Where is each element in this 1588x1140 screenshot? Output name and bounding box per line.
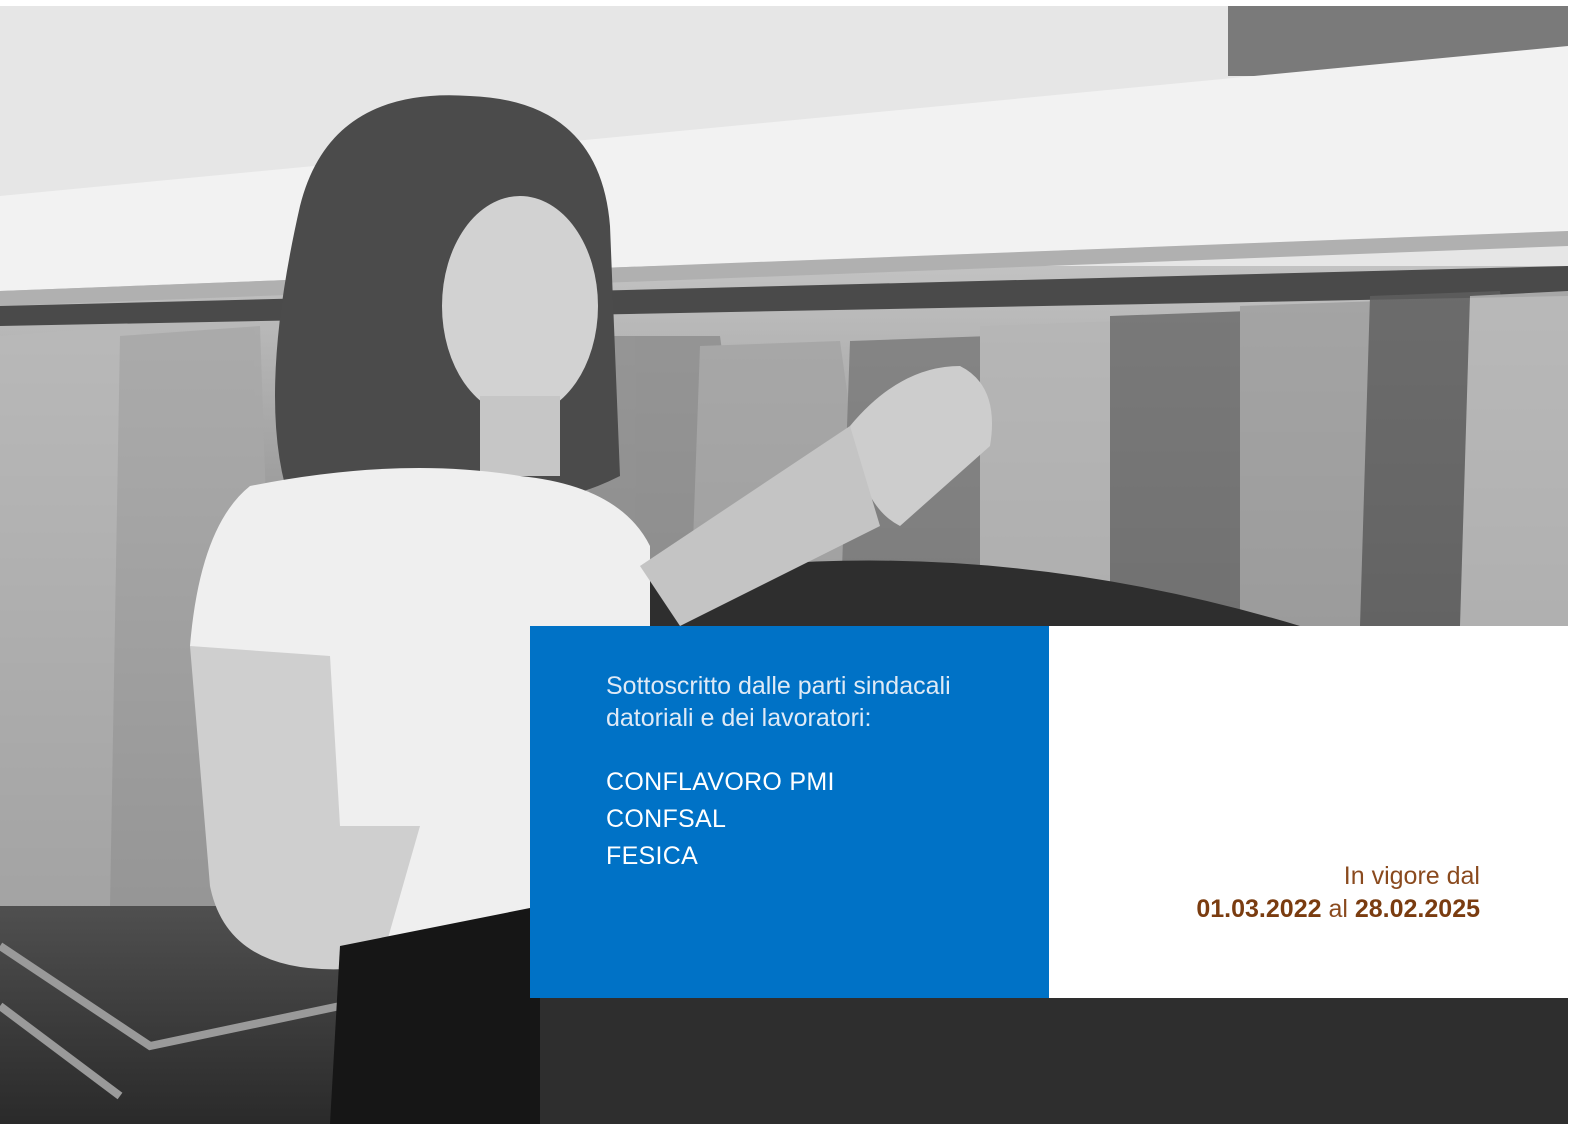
validity-separator: al bbox=[1328, 895, 1348, 923]
signatories-panel: Sottoscritto dalle parti sindacali dator… bbox=[530, 626, 1049, 998]
signatory-fesica: FESICA bbox=[606, 842, 699, 870]
validity-label: In vigore dal bbox=[1343, 862, 1480, 890]
validity-to-date: 28.02.2025 bbox=[1354, 895, 1480, 923]
signatories-list: CONFLAVORO PMI CONFSAL FESICA bbox=[606, 764, 835, 875]
signatory-conflavoro: CONFLAVORO PMI bbox=[606, 768, 835, 796]
intro-text: Sottoscritto dalle parti sindacali dator… bbox=[606, 672, 951, 732]
signatory-confsal: CONFSAL bbox=[606, 805, 727, 833]
validity-block: In vigore dal 01.03.2022 al 28.02.2025 bbox=[1196, 860, 1480, 926]
validity-panel: In vigore dal 01.03.2022 al 28.02.2025 bbox=[1049, 626, 1568, 998]
validity-from-date: 01.03.2022 bbox=[1196, 895, 1322, 923]
